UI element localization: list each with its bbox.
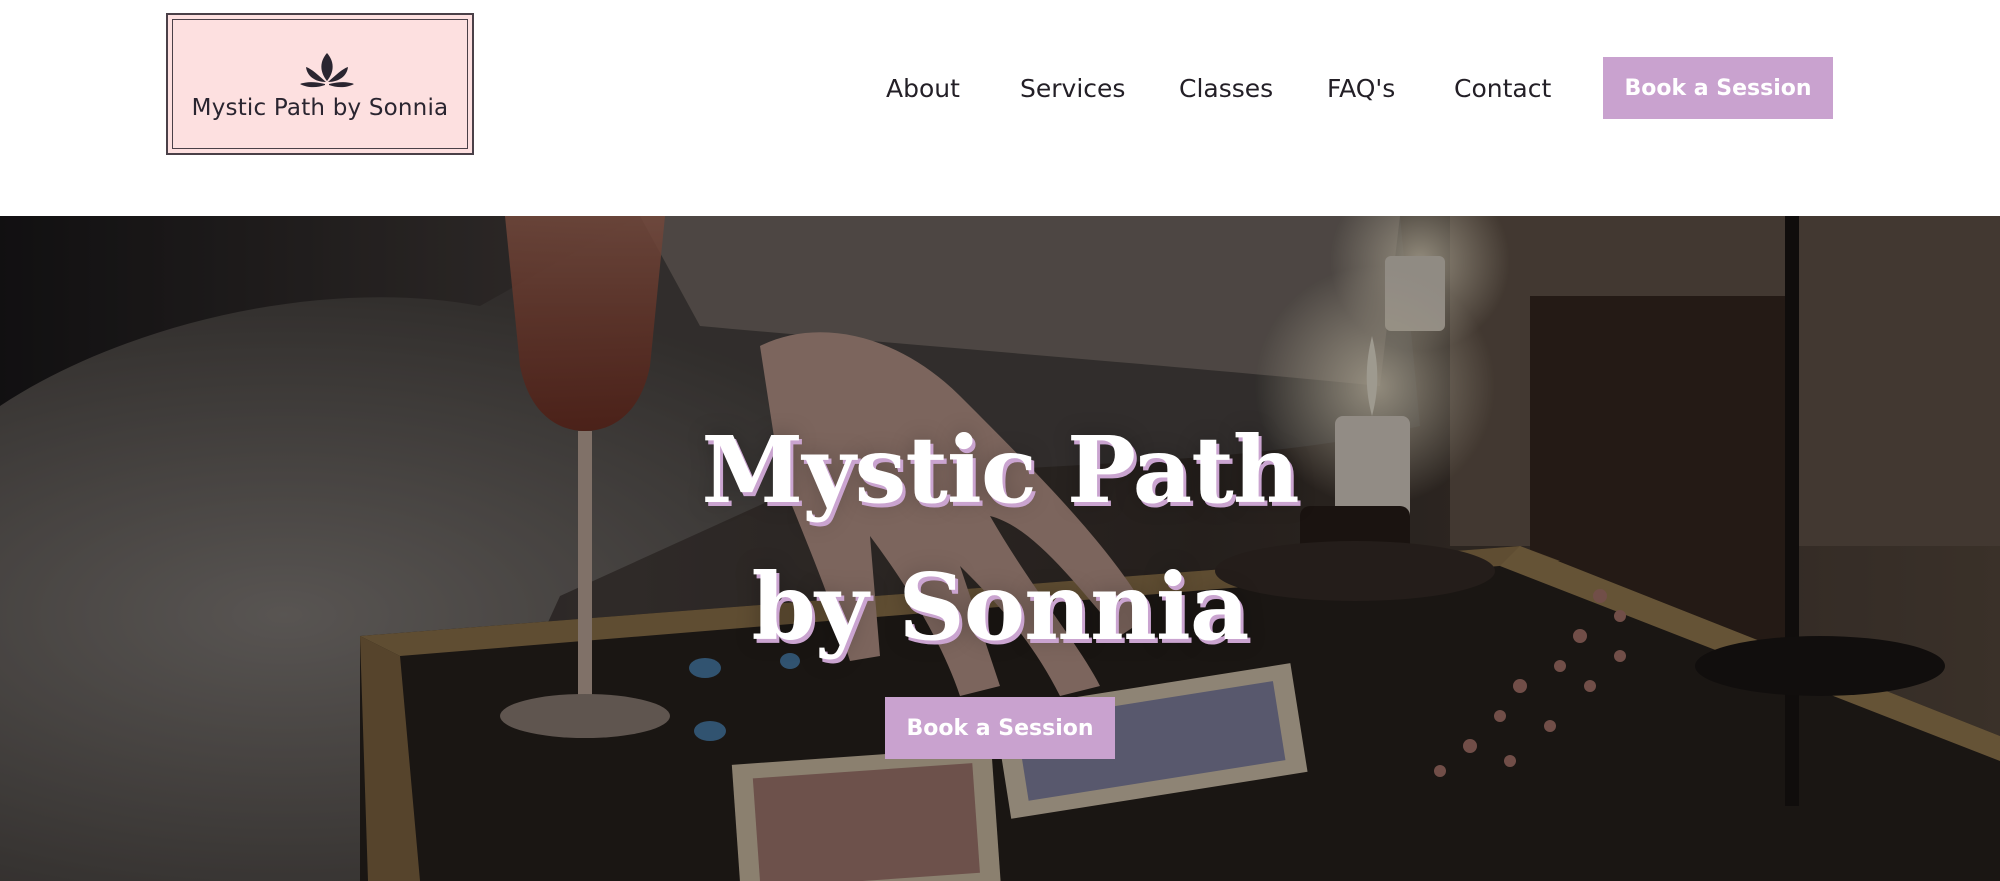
- logo-frame: Mystic Path by Sonnia: [172, 19, 468, 149]
- logo-text: Mystic Path by Sonnia: [191, 95, 449, 121]
- hero-title: Mystic Path by Sonnia: [500, 402, 1500, 676]
- lotus-icon: [300, 53, 354, 88]
- nav-link-contact[interactable]: Contact: [1454, 74, 1551, 103]
- nav-link-faqs[interactable]: FAQ's: [1327, 74, 1395, 103]
- nav-link-classes[interactable]: Classes: [1179, 74, 1273, 103]
- nav-link-about[interactable]: About: [886, 74, 960, 103]
- hero-title-line-2: by Sonnia: [751, 553, 1250, 661]
- book-session-button-hero[interactable]: Book a Session: [885, 697, 1115, 759]
- nav-link-services[interactable]: Services: [1020, 74, 1125, 103]
- hero-section: Mystic Path by Sonnia Book a Session: [0, 216, 2000, 881]
- site-header: Mystic Path by Sonnia About Services Cla…: [0, 0, 2000, 216]
- hero-title-line-1: Mystic Path: [701, 416, 1299, 524]
- book-session-button-header[interactable]: Book a Session: [1603, 57, 1833, 119]
- site-logo[interactable]: Mystic Path by Sonnia: [166, 13, 474, 155]
